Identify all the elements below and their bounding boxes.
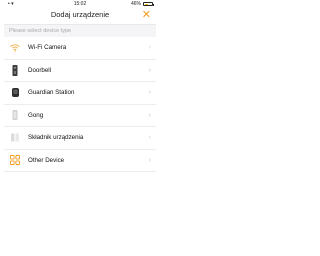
battery-area: 46% xyxy=(130,1,154,7)
list-item-other-device[interactable]: Other Device › xyxy=(4,150,156,172)
list-item-wifi-camera[interactable]: Wi-Fi Camera › xyxy=(4,37,156,60)
list-item-label: Wi-Fi Camera xyxy=(28,44,67,52)
status-bar: • ▾ 15:02 46% xyxy=(4,0,156,8)
list-item-doorbell[interactable]: Doorbell › xyxy=(4,60,156,82)
section-header: Please select device type xyxy=(4,25,156,37)
list-item-label: Składnik urządzenia xyxy=(28,134,84,142)
battery-icon xyxy=(143,2,154,6)
guardian-station-icon xyxy=(10,88,20,98)
list-item-label: Other Device xyxy=(28,156,65,164)
chevron-right-icon: › xyxy=(148,66,151,74)
list-item-gong[interactable]: Gong › xyxy=(4,105,156,127)
chevron-right-icon: › xyxy=(148,134,151,142)
chevron-right-icon: › xyxy=(148,111,151,119)
gong-icon xyxy=(10,110,20,121)
chevron-right-icon: › xyxy=(148,44,151,52)
navigation-bar: Dodaj urządzenie ✕ xyxy=(4,8,156,25)
wifi-icon xyxy=(10,43,20,53)
doorbell-icon xyxy=(10,64,20,76)
list-item-component[interactable]: Składnik urządzenia › xyxy=(4,127,156,150)
chevron-right-icon: › xyxy=(148,89,151,97)
list-item-label: Gong xyxy=(28,111,44,119)
chevron-right-icon: › xyxy=(148,156,151,164)
grid-icon xyxy=(10,155,20,166)
device-screen: • ▾ 15:02 46% Dodaj urządzenie ✕ Please … xyxy=(4,0,156,256)
component-icon xyxy=(10,133,20,143)
page-title: Dodaj urządzenie xyxy=(50,10,110,19)
battery-percent: 46% xyxy=(130,1,141,7)
list-item-guardian-station[interactable]: Guardian Station › xyxy=(4,82,156,105)
list-item-label: Guardian Station xyxy=(28,89,75,97)
close-icon[interactable]: ✕ xyxy=(142,8,151,22)
device-type-list: Wi-Fi Camera › Doorbell › Guardian Stati… xyxy=(4,37,156,172)
list-item-label: Doorbell xyxy=(28,66,52,74)
